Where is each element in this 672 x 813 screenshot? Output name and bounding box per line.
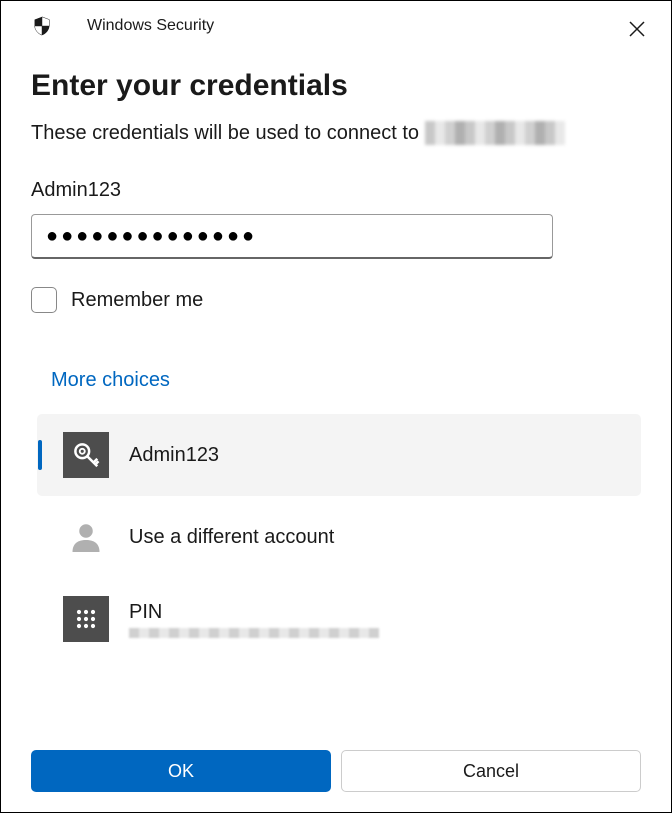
choice-label: PIN	[129, 601, 379, 624]
remember-checkbox[interactable]	[31, 287, 57, 313]
choice-label-group: PIN	[129, 601, 379, 638]
choice-list: Admin123 Use a different account	[37, 414, 641, 660]
choice-item-pin[interactable]: PIN	[37, 578, 641, 660]
close-icon	[629, 21, 645, 37]
shield-icon	[31, 15, 53, 37]
password-field[interactable]	[31, 214, 553, 259]
redacted-hostname	[425, 121, 565, 145]
cancel-button[interactable]: Cancel	[341, 750, 641, 792]
description-text: These credentials will be used to connec…	[31, 121, 641, 145]
page-title: Enter your credentials	[31, 69, 641, 103]
choice-item-saved-credential[interactable]: Admin123	[37, 414, 641, 496]
choice-label: Admin123	[129, 444, 219, 467]
close-button[interactable]	[623, 15, 651, 43]
choice-label: Use a different account	[129, 526, 334, 549]
user-icon	[63, 514, 109, 560]
titlebar: Windows Security	[1, 1, 671, 51]
choice-item-different-account[interactable]: Use a different account	[37, 496, 641, 578]
remember-label: Remember me	[71, 289, 203, 312]
key-icon	[63, 432, 109, 478]
pin-pad-icon	[63, 596, 109, 642]
window-title: Windows Security	[87, 17, 214, 35]
more-choices-link[interactable]: More choices	[51, 369, 170, 392]
ok-button[interactable]: OK	[31, 750, 331, 792]
remember-row: Remember me	[31, 287, 641, 313]
username-label: Admin123	[31, 179, 641, 202]
redacted-pin-subtitle	[129, 628, 379, 638]
dialog-content: Enter your credentials These credentials…	[1, 51, 671, 660]
dialog-footer: OK Cancel	[31, 750, 641, 792]
description-prefix: These credentials will be used to connec…	[31, 122, 419, 145]
